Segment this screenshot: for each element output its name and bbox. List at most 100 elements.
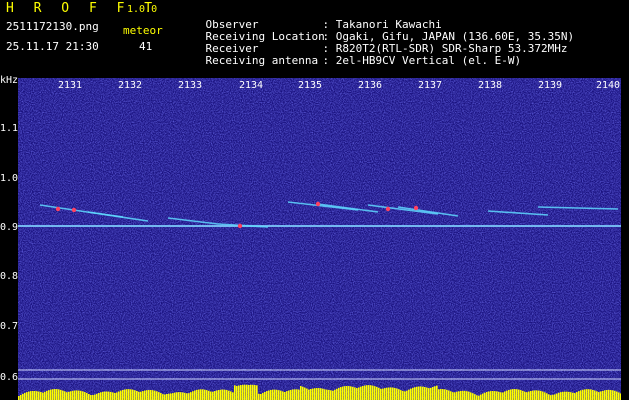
level-bar: [594, 390, 596, 400]
info-key: Receiving antenna: [205, 54, 319, 67]
level-bar: [294, 389, 296, 400]
level-bar: [72, 390, 74, 400]
level-bar: [338, 387, 340, 400]
x-tick-label: 2135: [298, 80, 323, 91]
level-bar: [362, 385, 364, 400]
level-bar: [434, 386, 436, 400]
meteor-label: meteor: [123, 24, 163, 37]
level-bar: [522, 390, 524, 400]
level-bar: [550, 395, 552, 400]
level-bar: [570, 392, 572, 400]
level-bar: [516, 389, 518, 400]
level-bar: [512, 389, 514, 400]
level-bar: [536, 390, 538, 400]
level-bar: [432, 386, 434, 400]
level-bar: [82, 391, 84, 400]
level-bar: [496, 391, 498, 400]
level-bar: [430, 387, 432, 400]
level-bar: [584, 389, 586, 400]
level-bar: [366, 385, 368, 400]
level-bar: [260, 393, 262, 400]
level-bar: [620, 393, 621, 400]
level-bar: [506, 390, 508, 400]
level-bar: [180, 392, 182, 400]
level-bar: [62, 390, 64, 400]
level-bar: [466, 391, 468, 400]
level-bar: [130, 389, 132, 400]
level-bar: [250, 384, 252, 400]
level-bar: [116, 392, 118, 400]
level-bar: [462, 390, 464, 400]
level-bar: [204, 389, 206, 400]
level-bar: [606, 389, 608, 400]
level-bar: [392, 387, 394, 400]
level-bar: [574, 393, 576, 400]
level-bar: [618, 392, 620, 400]
level-bar: [108, 391, 110, 400]
level-bar: [236, 385, 238, 400]
level-bar: [318, 388, 320, 400]
level-bar: [394, 387, 396, 400]
level-bar: [208, 390, 210, 400]
meteor-head: [237, 223, 243, 229]
level-bar: [76, 390, 78, 400]
level-bar: [186, 393, 188, 400]
level-bar: [96, 393, 98, 400]
level-bar: [490, 391, 492, 400]
level-bar: [92, 394, 94, 400]
level-bar: [560, 392, 562, 400]
level-bar: [444, 389, 446, 400]
meteor-head: [55, 206, 61, 212]
info-value: : 2el-HB9CV Vertical (el. E-W): [322, 54, 522, 67]
level-bar: [436, 385, 438, 400]
level-bar: [88, 393, 90, 400]
level-bar: [470, 392, 472, 400]
level-bar: [150, 389, 152, 400]
x-tick-label: 2140: [596, 80, 621, 91]
level-bar: [242, 384, 244, 400]
level-bar: [224, 389, 226, 400]
level-bar: [528, 391, 530, 400]
level-bar: [478, 395, 480, 400]
level-bar: [252, 384, 254, 400]
level-bar: [74, 390, 76, 400]
level-bar: [316, 388, 318, 400]
meteor-head: [385, 206, 391, 212]
level-bar: [218, 389, 220, 400]
level-bar: [18, 396, 20, 400]
level-bar: [592, 389, 594, 400]
level-bar: [514, 389, 516, 400]
level-bar: [400, 390, 402, 400]
level-bar: [342, 386, 344, 400]
level-bar: [368, 385, 370, 400]
level-bar: [220, 389, 222, 400]
x-tick-label: 2138: [478, 80, 503, 91]
level-bar: [146, 390, 148, 400]
level-bar: [396, 388, 398, 400]
level-bar: [144, 390, 146, 400]
info-antenna: Receiving antenna: 2el-HB9CV Vertical (e…: [179, 41, 522, 80]
level-bar: [616, 391, 618, 400]
meteor-head: [413, 205, 419, 211]
level-bar: [162, 394, 164, 400]
level-bar: [216, 390, 218, 400]
level-bar: [36, 391, 38, 400]
level-bar: [256, 385, 258, 400]
level-bar: [576, 392, 578, 400]
level-bar: [44, 391, 46, 400]
y-tick-label: 1.0: [0, 173, 19, 184]
level-bar: [372, 385, 374, 400]
level-bar: [38, 391, 40, 400]
level-bar: [60, 389, 62, 400]
level-bar: [212, 391, 214, 400]
level-bar: [546, 393, 548, 400]
level-bar: [586, 389, 588, 400]
x-tick-label: 2131: [58, 80, 83, 91]
x-tick-label: 2132: [118, 80, 143, 91]
level-bar: [386, 387, 388, 400]
level-bar: [364, 385, 366, 400]
level-bar: [240, 385, 242, 400]
level-bar: [24, 392, 26, 400]
level-bar: [238, 385, 240, 400]
y-tick-label: 0.9: [0, 222, 19, 233]
